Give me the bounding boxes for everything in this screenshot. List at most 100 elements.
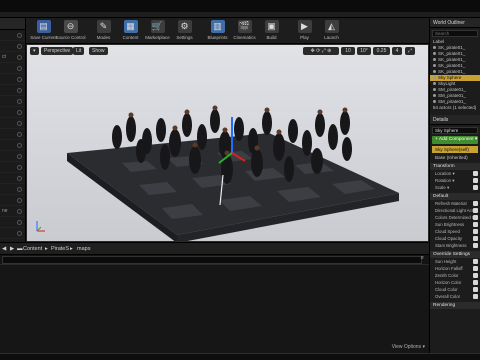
component-child[interactable]: Base (Inherited) <box>432 154 478 161</box>
toolbar-marketplace-button[interactable]: 🛒 Marketplace <box>144 18 171 44</box>
rendering-section-header[interactable]: Rendering <box>430 302 480 309</box>
property-value-swatch[interactable] <box>473 208 478 213</box>
override-property-row[interactable]: Horizon Color <box>430 279 480 286</box>
modes-panel-row[interactable] <box>0 107 25 118</box>
perspective-button[interactable]: Perspective <box>41 47 74 55</box>
visibility-eye-icon[interactable] <box>433 58 436 62</box>
toolbar-play-button[interactable]: ▶ Play <box>291 18 318 44</box>
modes-panel-row[interactable] <box>0 41 25 52</box>
content-browser-area[interactable]: View Options ▾ <box>0 265 429 353</box>
visibility-eye-icon[interactable] <box>433 82 436 86</box>
add-component-button[interactable]: + Add Component ▾ <box>432 136 478 144</box>
maximize-viewport-icon[interactable]: ⤢ <box>405 47 415 55</box>
toolbar-settings-button[interactable]: ⚙ Settings <box>171 18 198 44</box>
property-value-swatch[interactable] <box>473 287 478 292</box>
override-property-row[interactable]: Horizon Falloff <box>430 265 480 272</box>
view-options-button[interactable]: View Options ▾ <box>392 344 425 350</box>
transform-section-header[interactable]: Transform <box>430 163 480 170</box>
toolbar-blueprints-button[interactable]: ▥ Blueprints <box>204 18 231 44</box>
modes-panel-row[interactable] <box>0 151 25 162</box>
property-value-swatch[interactable] <box>473 259 478 264</box>
toolbar-modes-button[interactable]: ✎ Modes <box>90 18 117 44</box>
property-value-swatch[interactable] <box>473 266 478 271</box>
rotation-snap-value[interactable]: 10° <box>357 47 371 55</box>
visibility-eye-icon[interactable] <box>433 94 436 98</box>
toolbar-build-button[interactable]: ▣ Build <box>258 18 285 44</box>
visibility-eye-icon[interactable] <box>433 64 436 68</box>
default-section-header[interactable]: Default <box>430 193 480 200</box>
override-section-header[interactable]: Override Settings <box>430 251 480 258</box>
outliner-search-input[interactable]: Search <box>432 30 478 37</box>
transform-property-row[interactable]: Location ▾ <box>430 170 480 177</box>
path-content[interactable]: Content <box>23 246 42 252</box>
asset-search-input[interactable] <box>2 256 422 264</box>
actor-name-field[interactable]: Sky Sphere <box>432 127 478 134</box>
default-property-row[interactable]: Stars Brightness <box>430 242 480 249</box>
modes-panel-row[interactable] <box>0 140 25 151</box>
transform-property-row[interactable]: Scale ▾ <box>430 184 480 191</box>
property-value-swatch[interactable] <box>473 236 478 241</box>
modes-panel-row[interactable] <box>0 118 25 129</box>
grid-snap-value[interactable]: 10 <box>341 47 355 55</box>
transform-property-row[interactable]: Rotation ▾ <box>430 177 480 184</box>
visibility-eye-icon[interactable] <box>433 100 436 104</box>
default-property-row[interactable]: Colors Determined By <box>430 214 480 221</box>
override-property-row[interactable]: Cloud Color <box>430 286 480 293</box>
viewport-options-button[interactable]: ▾ <box>30 47 39 55</box>
history-forward-icon[interactable]: ▶ <box>10 246 14 252</box>
modes-panel-row[interactable]: ne <box>0 206 25 217</box>
modes-panel-row[interactable] <box>0 173 25 184</box>
show-flags-button[interactable]: Show <box>89 47 108 55</box>
property-value-swatch[interactable] <box>473 201 478 206</box>
property-value-swatch[interactable] <box>473 215 478 220</box>
camera-speed-value[interactable]: 4 <box>392 47 402 55</box>
default-property-row[interactable]: Cloud Opacity <box>430 235 480 242</box>
path-folder-piratess[interactable]: PirateS <box>51 246 69 252</box>
property-value-swatch[interactable] <box>473 280 478 285</box>
history-back-icon[interactable]: ◀ <box>2 246 6 252</box>
default-property-row[interactable]: Refresh Material <box>430 200 480 207</box>
property-value-swatch[interactable] <box>473 229 478 234</box>
modes-panel-row[interactable] <box>0 129 25 140</box>
modes-panel-row[interactable] <box>0 85 25 96</box>
modes-panel-row[interactable] <box>0 228 25 239</box>
toolbar-save-button[interactable]: ▤ Save Current <box>30 18 57 44</box>
toolbar-launch-button[interactable]: ◭ Launch <box>318 18 345 44</box>
visibility-eye-icon[interactable] <box>433 52 436 56</box>
toolbar-content-button[interactable]: ▦ Content <box>117 18 144 44</box>
modes-panel-row[interactable] <box>0 195 25 206</box>
visibility-eye-icon[interactable] <box>433 46 436 50</box>
property-value-swatch[interactable] <box>473 178 478 183</box>
search-icon[interactable]: ⌕ <box>421 255 424 262</box>
default-property-row[interactable]: Cloud Speed <box>430 228 480 235</box>
override-property-row[interactable]: Overall Color <box>430 293 480 300</box>
path-folder-maps[interactable]: maps <box>77 246 90 252</box>
transform-tools-group[interactable]: ✥ ⟳ ⤢ ⊕ <box>303 47 339 55</box>
default-property-row[interactable]: Directional Light Actor <box>430 207 480 214</box>
scale-snap-value[interactable]: 0.25 <box>373 47 390 55</box>
property-value-swatch[interactable] <box>473 273 478 278</box>
modes-panel-row[interactable] <box>0 96 25 107</box>
modes-panel-row[interactable] <box>0 184 25 195</box>
view-mode-lit-button[interactable]: Lit <box>73 47 85 55</box>
visibility-eye-icon[interactable] <box>433 70 436 74</box>
override-property-row[interactable]: Sun Height <box>430 258 480 265</box>
visibility-eye-icon[interactable] <box>433 76 436 80</box>
property-value-swatch[interactable] <box>473 243 478 248</box>
modes-panel-row[interactable] <box>0 217 25 228</box>
viewport-scene[interactable] <box>27 45 429 242</box>
toolbar-cinematics-button[interactable]: 🎬 Cinematics <box>231 18 258 44</box>
property-value-swatch[interactable] <box>473 294 478 299</box>
level-viewport[interactable]: ▾ Perspective Lit Show ✥ ⟳ ⤢ ⊕ 10 10° 0.… <box>26 44 429 242</box>
modes-panel-row[interactable] <box>0 30 25 41</box>
property-value-swatch[interactable] <box>473 185 478 190</box>
modes-panel-row[interactable] <box>0 162 25 173</box>
modes-panel-row[interactable]: ct <box>0 52 25 63</box>
modes-panel-row[interactable] <box>0 74 25 85</box>
toolbar-source-control-button[interactable]: ⊖ Source Control <box>56 18 86 44</box>
component-root[interactable]: Sky Sphere(self) <box>432 146 478 153</box>
property-value-swatch[interactable] <box>473 222 478 227</box>
visibility-eye-icon[interactable] <box>433 88 436 92</box>
property-value-swatch[interactable] <box>473 171 478 176</box>
override-property-row[interactable]: Zenith Color <box>430 272 480 279</box>
